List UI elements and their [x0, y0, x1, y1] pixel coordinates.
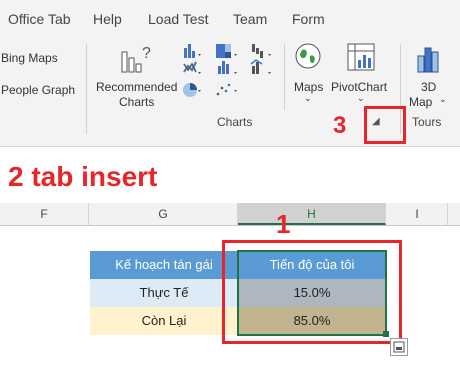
- annotation-box-1: [222, 240, 402, 344]
- maps-button[interactable]: Maps ⌄: [290, 40, 326, 110]
- tab-team[interactable]: Team: [233, 11, 267, 27]
- column-header-f[interactable]: F: [0, 203, 89, 225]
- chevron-down-icon: ⌄: [439, 94, 447, 104]
- recommended-charts-icon: ?: [121, 45, 151, 73]
- annotation-step-1: 1: [276, 209, 291, 239]
- svg-text:?: ?: [142, 45, 151, 62]
- statistic-chart-icon: [218, 61, 237, 74]
- annotation-step-2: 2 tab insert: [8, 161, 158, 192]
- recommended-charts-button[interactable]: ? Recommended Charts: [94, 40, 178, 110]
- combo-chart-icon: [250, 59, 271, 74]
- annotation-step-3: 3: [333, 112, 347, 139]
- tours-group-label: Tours: [412, 115, 442, 129]
- group-separator: [284, 44, 285, 110]
- charts-group-label: Charts: [217, 115, 253, 129]
- tab-form[interactable]: Form: [292, 11, 325, 27]
- line-chart-icon: [183, 61, 201, 74]
- tab-help[interactable]: Help: [93, 11, 122, 27]
- table-cell-label[interactable]: Còn Lại: [90, 307, 238, 335]
- tab-office-tab[interactable]: Office Tab: [8, 11, 71, 27]
- table-cell-label[interactable]: Thực Tế: [90, 279, 238, 307]
- pivotchart-icon: [347, 43, 375, 71]
- quick-analysis-button[interactable]: [390, 338, 408, 356]
- chevron-down-icon: ⌄: [304, 93, 312, 103]
- hierarchy-chart-icon: [216, 44, 237, 58]
- column-chart-icon: [184, 44, 201, 58]
- annotation-box-3: [364, 106, 406, 144]
- chart-type-gallery[interactable]: [182, 42, 277, 102]
- menu-bar: Office Tab Help Load Test Team Form: [0, 0, 460, 38]
- 3d-map-button[interactable]: 3D Map ⌄: [404, 40, 454, 110]
- annotation-band: 2 tab insert: [0, 147, 460, 203]
- quick-analysis-icon: [393, 341, 405, 353]
- column-header-row: F G H I: [0, 203, 460, 226]
- bing-maps-button[interactable]: Bing Maps: [1, 51, 58, 65]
- people-graph-button[interactable]: People Graph: [1, 83, 75, 97]
- 3d-map-icon: [417, 47, 439, 73]
- tab-load-test[interactable]: Load Test: [148, 11, 208, 27]
- pie-chart-icon: [183, 83, 201, 97]
- column-header-g[interactable]: G: [89, 203, 238, 225]
- column-header-i[interactable]: I: [387, 203, 448, 225]
- column-header-h[interactable]: H: [238, 203, 386, 225]
- table-header-plan[interactable]: Kế hoạch tán gái: [90, 251, 238, 279]
- chevron-down-icon: ⌄: [357, 93, 365, 103]
- pivotchart-button[interactable]: PivotChart ⌄: [330, 40, 394, 110]
- globe-icon: [295, 43, 321, 69]
- group-separator: [86, 44, 87, 134]
- scatter-chart-icon: [216, 83, 237, 96]
- waterfall-chart-icon: [252, 44, 271, 58]
